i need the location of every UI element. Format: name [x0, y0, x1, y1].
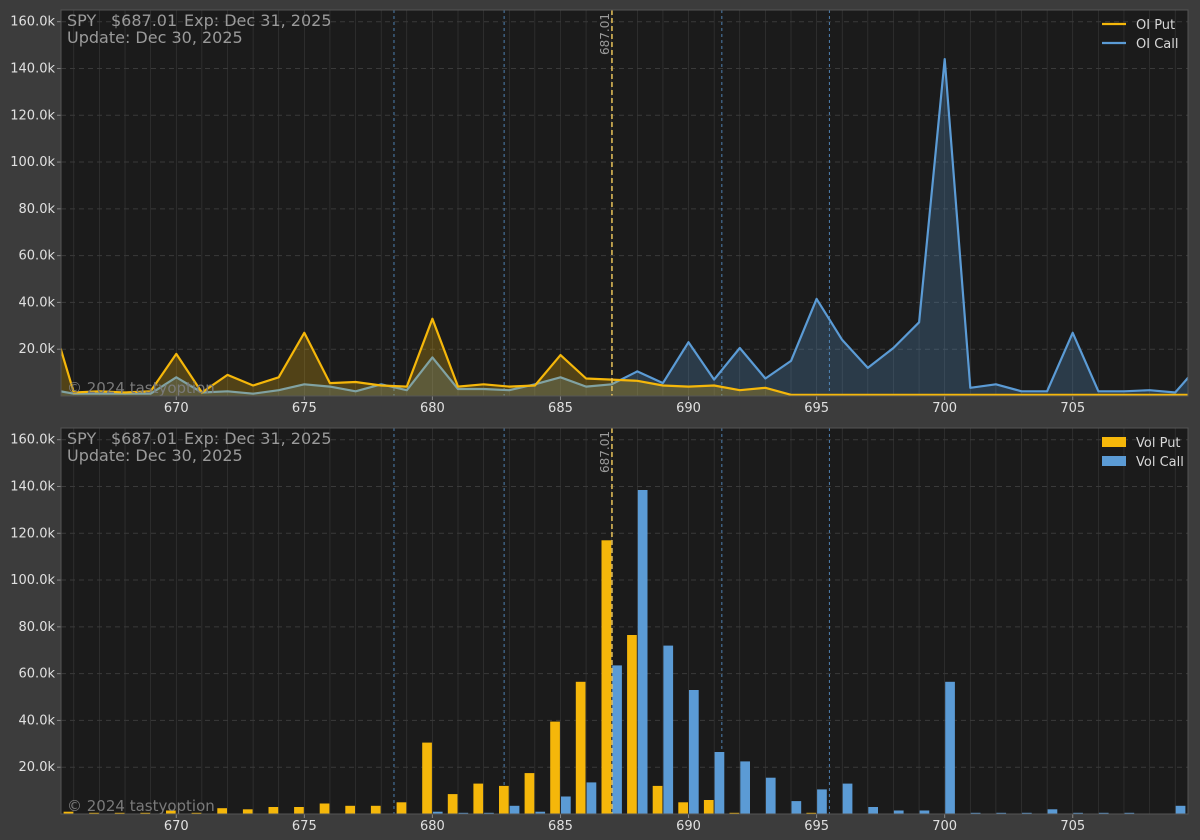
x-tick-label: 695 — [804, 401, 829, 416]
bar-vol-put — [575, 681, 586, 814]
bar-vol-put — [370, 805, 381, 814]
bar-vol-put — [294, 807, 304, 814]
bar-vol-put — [601, 540, 612, 814]
x-tick-label: 700 — [932, 819, 957, 834]
watermark: © 2024 tastyoption — [67, 379, 215, 397]
x-tick-label: 700 — [932, 401, 957, 416]
y-tick-label: 40.0k — [19, 713, 56, 728]
bar-vol-put — [550, 721, 560, 814]
bar-vol-call — [791, 801, 802, 814]
bar-vol-put — [422, 742, 432, 814]
y-tick-label: 120.0k — [10, 108, 55, 123]
plot-area — [61, 428, 1188, 814]
x-tick-label: 670 — [164, 401, 189, 416]
options-chart-canvas: 687.01 20.0k 40.0k 60.0k 80.0k 100.0k 120.0k 1… — [0, 0, 1200, 840]
y-tick-label: 120.0k — [10, 526, 55, 541]
x-tick-label: 705 — [1060, 401, 1085, 416]
open-interest-chart: 687.01 20.0k 40.0k 60.0k 80.0k 100.0k 120.0k 1… — [10, 9, 1189, 416]
x-tick-label: 680 — [420, 819, 445, 834]
bar-vol-call — [689, 690, 699, 814]
bar-vol-put — [652, 785, 663, 814]
x-tick-label: 680 — [420, 401, 445, 416]
x-tick-label: 670 — [164, 819, 189, 834]
update-date: Update: Dec 30, 2025 — [67, 446, 243, 465]
legend-label-vol-call: Vol Call — [1136, 455, 1184, 470]
bar-vol-put — [242, 809, 253, 814]
bar-vol-put — [217, 808, 227, 814]
y-tick-label: 60.0k — [19, 249, 56, 264]
price-marker-label: 687.01 — [598, 431, 612, 473]
bar-vol-put — [627, 635, 637, 814]
bar-vol-call — [919, 810, 930, 814]
y-tick-label: 140.0k — [10, 61, 55, 76]
bar-vol-call — [1175, 805, 1186, 814]
bar-vol-call — [868, 807, 878, 814]
y-tick-label: 100.0k — [10, 573, 55, 588]
volume-chart: 687.01 20.0k 40.0k 60.0k 80.0k 100.0k 120.0k 1… — [10, 427, 1189, 834]
bar-vol-call — [509, 805, 520, 814]
y-tick-label: 20.0k — [19, 760, 56, 775]
bar-vol-call — [817, 789, 827, 814]
x-tick-label: 685 — [548, 401, 573, 416]
bar-vol-put — [268, 807, 279, 814]
bar-vol-put — [524, 773, 535, 814]
bar-vol-put — [396, 802, 407, 814]
x-tick-label: 675 — [292, 819, 317, 834]
bar-vol-put — [499, 785, 509, 814]
x-tick-label: 675 — [292, 401, 317, 416]
x-tick-label: 690 — [676, 819, 701, 834]
plot-area — [61, 10, 1188, 396]
bar-vol-call — [893, 810, 904, 814]
bar-vol-call — [637, 490, 648, 814]
bar-vol-call — [842, 783, 853, 814]
legend-label-vol-put: Vol Put — [1136, 436, 1181, 451]
bar-vol-call — [586, 782, 597, 814]
bar-vol-call — [765, 777, 776, 814]
bar-vol-call — [561, 796, 571, 814]
bar-vol-call — [945, 681, 955, 814]
legend-label-oi-call: OI Call — [1136, 37, 1178, 52]
y-tick-label: 40.0k — [19, 295, 56, 310]
y-tick-label: 20.0k — [19, 342, 56, 357]
y-tick-label: 100.0k — [10, 155, 55, 170]
y-tick-label: 80.0k — [19, 202, 56, 217]
x-tick-label: 685 — [548, 819, 573, 834]
y-tick-label: 160.0k — [10, 433, 55, 448]
bar-vol-put — [447, 794, 458, 814]
legend-swatch-vol-call — [1102, 456, 1126, 466]
bar-vol-put — [345, 805, 355, 814]
bar-vol-put — [678, 802, 688, 814]
bar-vol-put — [319, 803, 330, 814]
bar-vol-call — [714, 752, 725, 814]
update-date: Update: Dec 30, 2025 — [67, 28, 243, 47]
price-marker-label: 687.01 — [598, 13, 612, 55]
x-tick-label: 705 — [1060, 819, 1085, 834]
legend-swatch-vol-put — [1102, 437, 1126, 447]
y-tick-label: 60.0k — [19, 667, 56, 682]
y-tick-label: 80.0k — [19, 620, 56, 635]
bar-vol-put — [473, 783, 484, 814]
bar-vol-put — [703, 800, 714, 814]
legend-label-oi-put: OI Put — [1136, 18, 1175, 33]
watermark: © 2024 tastyoption — [67, 797, 215, 815]
x-tick-label: 695 — [804, 819, 829, 834]
bar-vol-call — [740, 761, 750, 814]
bar-vol-call — [663, 645, 674, 814]
bar-vol-call — [1047, 809, 1058, 814]
bar-vol-call — [612, 665, 622, 814]
x-tick-label: 690 — [676, 401, 701, 416]
y-tick-label: 160.0k — [10, 15, 55, 30]
y-tick-label: 140.0k — [10, 479, 55, 494]
